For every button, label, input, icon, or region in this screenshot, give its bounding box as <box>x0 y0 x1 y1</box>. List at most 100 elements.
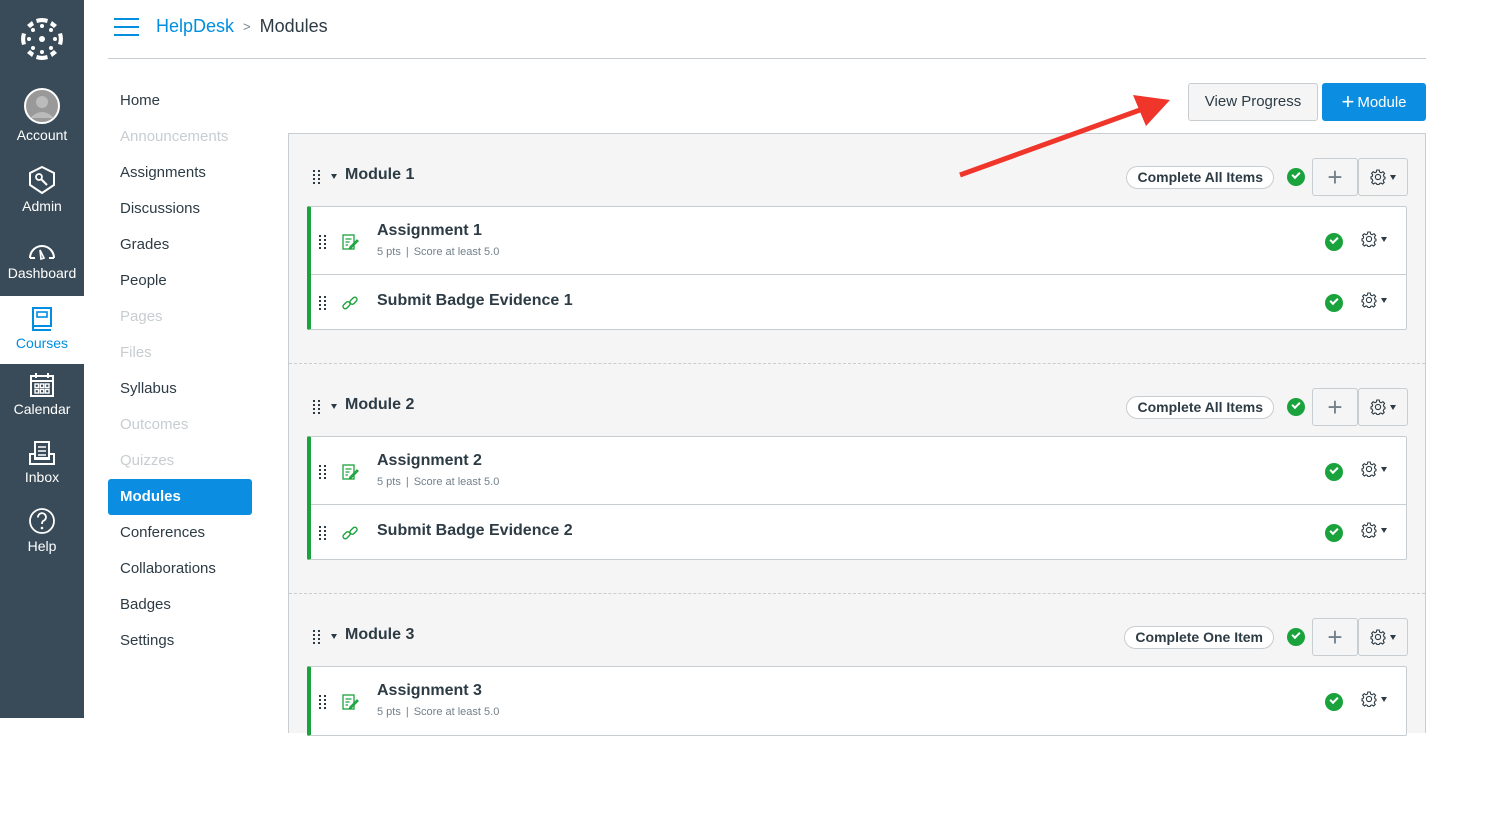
published-check-icon[interactable] <box>1287 628 1305 646</box>
assignment-icon <box>341 693 359 711</box>
collapse-toggle-icon[interactable] <box>331 404 337 409</box>
item-points: 5 pts <box>377 476 401 488</box>
course-nav-grades[interactable]: Grades <box>108 227 252 263</box>
course-nav-people[interactable]: People <box>108 263 252 299</box>
add-module-button[interactable]: + Module <box>1322 83 1426 121</box>
gear-icon <box>1370 629 1386 645</box>
drag-handle-icon[interactable] <box>319 235 327 249</box>
item-settings-button[interactable] <box>1361 522 1387 538</box>
drag-handle-icon[interactable] <box>319 695 327 709</box>
item-settings-button[interactable] <box>1361 292 1387 308</box>
module-header[interactable]: Module 2 Complete All Items + <box>289 386 1425 428</box>
module-item[interactable]: Assignment 3 5 pts | Score at least 5.0 <box>311 667 1406 735</box>
gear-icon <box>1370 399 1386 415</box>
course-nav-assignments[interactable]: Assignments <box>108 155 252 191</box>
collapse-toggle-icon[interactable] <box>331 174 337 179</box>
module-item[interactable]: Assignment 1 5 pts | Score at least 5.0 <box>311 207 1406 275</box>
avatar-icon <box>24 88 60 124</box>
global-nav-account[interactable]: Account <box>0 88 84 143</box>
caret-down-icon <box>1381 297 1387 303</box>
add-item-button[interactable]: + <box>1312 158 1358 196</box>
global-nav-dashboard[interactable]: Dashboard <box>0 238 84 281</box>
view-progress-button[interactable]: View Progress <box>1188 83 1318 121</box>
item-settings-button[interactable] <box>1361 461 1387 477</box>
item-title[interactable]: Assignment 1 <box>377 222 482 240</box>
breadcrumb: HelpDesk > Modules <box>156 16 328 37</box>
drag-handle-icon[interactable] <box>319 465 327 479</box>
speedometer-icon <box>29 245 55 261</box>
global-nav-courses[interactable]: Courses <box>0 296 84 364</box>
module-item[interactable]: Assignment 2 5 pts | Score at least 5.0 <box>311 437 1406 505</box>
global-nav-label: Dashboard <box>7 265 77 281</box>
item-title[interactable]: Assignment 3 <box>377 682 482 700</box>
caret-down-icon <box>1390 174 1396 180</box>
course-nav-modules[interactable]: Modules <box>108 479 252 515</box>
item-title[interactable]: Submit Badge Evidence 2 <box>377 522 573 540</box>
published-check-icon[interactable] <box>1325 463 1343 481</box>
module-settings-button[interactable] <box>1358 158 1408 196</box>
module-item[interactable]: Submit Badge Evidence 1 <box>311 275 1406 329</box>
module-settings-button[interactable] <box>1358 388 1408 426</box>
gear-icon <box>1370 169 1386 185</box>
global-nav-label: Account <box>16 127 68 143</box>
collapse-toggle-icon[interactable] <box>331 634 337 639</box>
global-nav-label: Calendar <box>13 401 71 417</box>
item-title[interactable]: Submit Badge Evidence 1 <box>377 292 573 310</box>
canvas-logo-icon <box>21 18 63 60</box>
global-nav-calendar[interactable]: Calendar <box>0 372 84 417</box>
published-check-icon[interactable] <box>1325 294 1343 312</box>
calendar-icon <box>30 373 54 397</box>
item-title[interactable]: Assignment 2 <box>377 452 482 470</box>
course-nav-outcomes[interactable]: Outcomes <box>108 407 252 443</box>
item-meta-separator: | <box>405 476 409 488</box>
module-header[interactable]: Module 1 Complete All Items + <box>289 156 1425 198</box>
canvas-logo[interactable] <box>0 10 84 68</box>
course-nav-settings[interactable]: Settings <box>108 623 252 659</box>
gear-icon <box>1361 461 1377 477</box>
item-details: 5 pts | Score at least 5.0 <box>377 706 499 718</box>
published-check-icon[interactable] <box>1325 233 1343 251</box>
gear-icon <box>1361 691 1377 707</box>
add-item-button[interactable]: + <box>1312 618 1358 656</box>
module-item[interactable]: Submit Badge Evidence 2 <box>311 505 1406 559</box>
course-nav-discussions[interactable]: Discussions <box>108 191 252 227</box>
module-divider <box>289 363 1425 364</box>
global-nav-inbox[interactable]: Inbox <box>0 440 84 485</box>
course-nav-files[interactable]: Files <box>108 335 252 371</box>
course-nav-collaborations[interactable]: Collaborations <box>108 551 252 587</box>
course-nav-syllabus[interactable]: Syllabus <box>108 371 252 407</box>
gear-icon <box>1361 522 1377 538</box>
course-nav-badges[interactable]: Badges <box>108 587 252 623</box>
hamburger-menu-icon[interactable] <box>114 18 139 36</box>
module-settings-button[interactable] <box>1358 618 1408 656</box>
course-nav-home[interactable]: Home <box>108 83 252 119</box>
item-requirement: Score at least 5.0 <box>413 246 500 258</box>
drag-handle-icon[interactable] <box>319 526 327 540</box>
course-nav-pages[interactable]: Pages <box>108 299 252 335</box>
global-nav-help[interactable]: Help <box>0 507 84 554</box>
module-header[interactable]: Module 3 Complete One Item + <box>289 616 1425 658</box>
caret-down-icon <box>1381 236 1387 242</box>
add-item-button[interactable]: + <box>1312 388 1358 426</box>
course-nav-quizzes[interactable]: Quizzes <box>108 443 252 479</box>
plus-icon: + <box>1341 89 1355 114</box>
item-settings-button[interactable] <box>1361 691 1387 707</box>
published-check-icon[interactable] <box>1325 524 1343 542</box>
published-check-icon[interactable] <box>1287 168 1305 186</box>
breadcrumb-separator: > <box>243 19 251 34</box>
drag-handle-icon[interactable] <box>313 630 321 644</box>
published-check-icon[interactable] <box>1325 693 1343 711</box>
modules-list: Module 1 Complete All Items + Assignment 1 5… <box>288 133 1426 736</box>
drag-handle-icon[interactable] <box>313 400 321 414</box>
drag-handle-icon[interactable] <box>319 296 327 310</box>
item-requirement: Score at least 5.0 <box>413 476 500 488</box>
global-nav-admin[interactable]: Admin <box>0 165 84 214</box>
breadcrumb-course-link[interactable]: HelpDesk <box>156 16 234 37</box>
drag-handle-icon[interactable] <box>313 170 321 184</box>
item-meta-separator: | <box>405 706 409 718</box>
item-details: 5 pts | Score at least 5.0 <box>377 476 499 488</box>
course-nav-announcements[interactable]: Announcements <box>108 119 252 155</box>
published-check-icon[interactable] <box>1287 398 1305 416</box>
item-settings-button[interactable] <box>1361 231 1387 247</box>
course-nav-conferences[interactable]: Conferences <box>108 515 252 551</box>
